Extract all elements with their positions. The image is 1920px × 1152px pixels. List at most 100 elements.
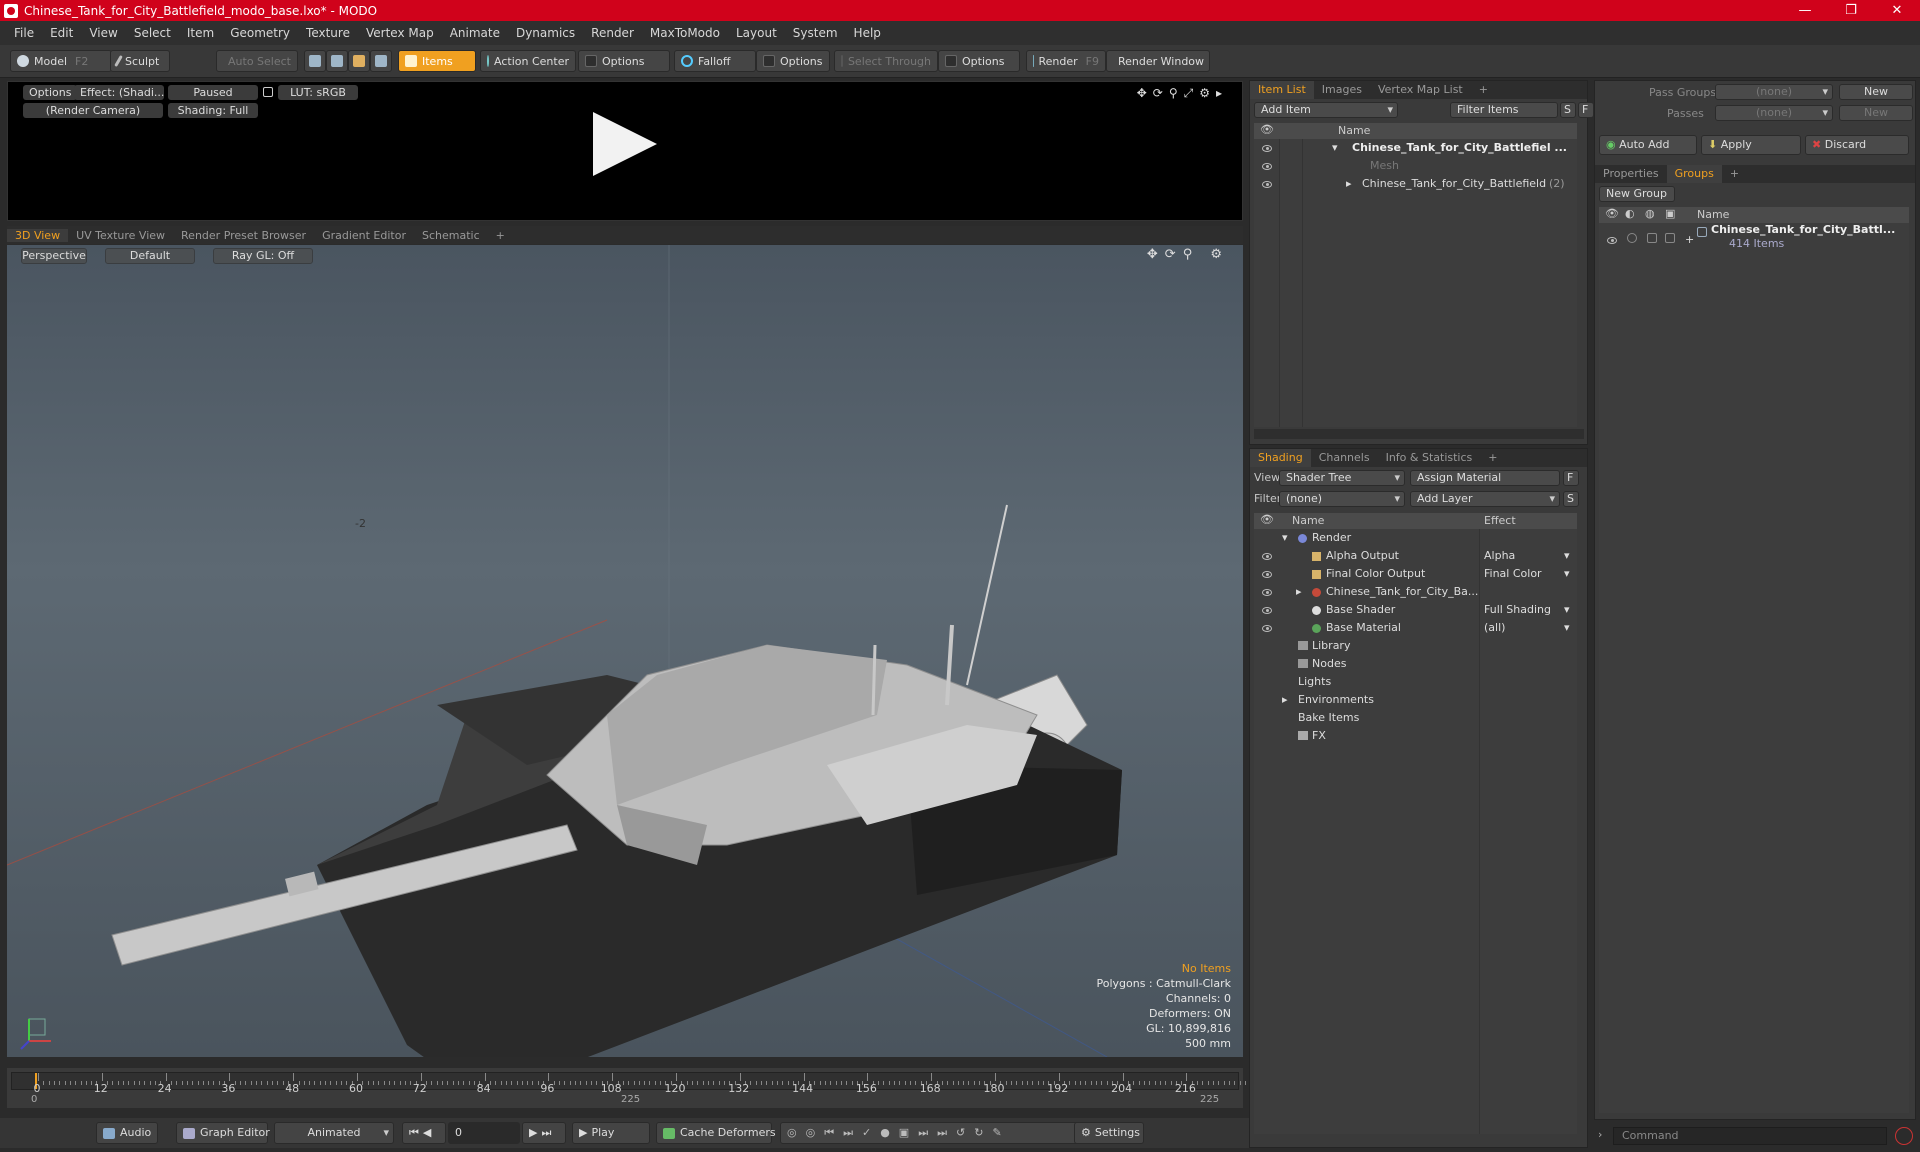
effect-value[interactable]: (all): [1484, 619, 1505, 637]
render-preview[interactable]: Options Effect: (Shadi... Paused LUT: sR…: [7, 81, 1243, 221]
chevron-down-icon[interactable]: ▾: [1564, 547, 1570, 565]
effect-value[interactable]: Alpha: [1484, 547, 1515, 565]
render-button[interactable]: Render F9: [1026, 50, 1106, 72]
animated-dropdown[interactable]: Animated: [274, 1122, 394, 1144]
shading-dropdown[interactable]: Shading: Full: [168, 103, 258, 118]
shader-row-final-color-output[interactable]: Final Color Output Final Color ▾: [1254, 565, 1577, 583]
tab-info-statistics[interactable]: Info & Statistics: [1378, 449, 1481, 467]
tab-groups[interactable]: Groups: [1666, 165, 1722, 183]
menu-view[interactable]: View: [81, 26, 125, 40]
lock-toggle-icon[interactable]: [1647, 233, 1657, 243]
shader-row-render[interactable]: ▾ Render: [1254, 529, 1577, 547]
select-through-button[interactable]: Select Through: [834, 50, 938, 72]
menu-geometry[interactable]: Geometry: [222, 26, 298, 40]
select-toggle-icon[interactable]: [1665, 233, 1675, 243]
menu-maxtomodo[interactable]: MaxToModo: [642, 26, 728, 40]
tab-item-list[interactable]: Item List: [1250, 81, 1314, 99]
shader-row-alpha-output[interactable]: Alpha Output Alpha ▾: [1254, 547, 1577, 565]
chevron-down-icon[interactable]: ▾: [1564, 565, 1570, 583]
falloff-button[interactable]: Falloff: [674, 50, 756, 72]
lock-icon[interactable]: [263, 87, 273, 97]
3d-viewport[interactable]: Perspective Default Ray GL: Off -2 ✥⟳⚲ ⚙…: [7, 245, 1243, 1057]
items-mode-button[interactable]: Items: [398, 50, 476, 72]
shader-row-fx[interactable]: FX: [1254, 727, 1577, 745]
shading-s-button[interactable]: S: [1563, 491, 1579, 507]
tab-uv-texture-view[interactable]: UV Texture View: [68, 229, 173, 242]
paused-button[interactable]: Paused: [168, 85, 258, 100]
group-row[interactable]: + Chinese_Tank_for_City_Battl... 414 Ite…: [1599, 223, 1909, 257]
key-controls[interactable]: ◎◎⏮⏭✓●▣⏭⏭↺↻✎: [780, 1122, 1080, 1144]
action-center-button[interactable]: Action Center: [480, 50, 576, 72]
tab-schematic[interactable]: Schematic: [414, 229, 488, 242]
command-history-icon[interactable]: [1895, 1127, 1913, 1145]
visibility-eye-icon[interactable]: [1262, 607, 1272, 614]
tab-properties[interactable]: Properties: [1595, 165, 1667, 183]
lut-dropdown[interactable]: LUT: sRGB: [278, 85, 358, 100]
expand-arrow-icon[interactable]: ▾: [1332, 139, 1338, 157]
tree-row-mesh[interactable]: Mesh: [1254, 157, 1577, 175]
apply-button[interactable]: ⬇ Apply: [1701, 135, 1801, 155]
render-window-button[interactable]: Render Window: [1106, 50, 1210, 72]
timeline[interactable]: 0 12 24 36 48 60 72 84 96 108 120 132 144 156 168 180 19…: [7, 1068, 1246, 1108]
vertices-mode-button[interactable]: [304, 50, 326, 72]
tab-gradient-editor[interactable]: Gradient Editor: [314, 229, 414, 242]
shader-row-base-material[interactable]: Base Material (all) ▾: [1254, 619, 1577, 637]
effect-value[interactable]: Final Color: [1484, 565, 1542, 583]
menu-file[interactable]: File: [6, 26, 42, 40]
action-center-options-button[interactable]: Options: [578, 50, 670, 72]
go-to-start-button[interactable]: ⏮◀: [402, 1122, 446, 1144]
menu-edit[interactable]: Edit: [42, 26, 81, 40]
menu-layout[interactable]: Layout: [728, 26, 785, 40]
visibility-eye-icon[interactable]: [1262, 589, 1272, 596]
tree-row-group[interactable]: ▸ Chinese_Tank_for_City_Battlefield (2): [1254, 175, 1577, 193]
play-button[interactable]: ▶ Play: [572, 1122, 650, 1144]
tab-shading[interactable]: Shading: [1250, 449, 1311, 467]
shader-tree[interactable]: ▾ Render Alpha Output Alpha ▾ Final Colo…: [1254, 529, 1577, 1134]
add-tab-button[interactable]: +: [1471, 81, 1496, 99]
view-dropdown[interactable]: Shader Tree: [1279, 470, 1405, 486]
menu-select[interactable]: Select: [126, 26, 179, 40]
visibility-eye-icon[interactable]: [1262, 145, 1272, 152]
expand-arrow-icon[interactable]: ▸: [1346, 175, 1352, 193]
settings-button[interactable]: ⚙ Settings: [1074, 1122, 1144, 1144]
tab-images[interactable]: Images: [1314, 81, 1370, 99]
shader-row-lights[interactable]: Lights: [1254, 673, 1577, 691]
new-pass-button[interactable]: New: [1839, 105, 1913, 121]
groups-list[interactable]: + Chinese_Tank_for_City_Battl... 414 Ite…: [1599, 223, 1909, 1113]
preview-view-controls[interactable]: ✥⟳⚲⤢⚙▸: [1137, 86, 1228, 101]
polygons-mode-button[interactable]: [348, 50, 370, 72]
step-forward-button[interactable]: ▶⏭: [522, 1122, 566, 1144]
shader-row-base-shader[interactable]: Base Shader Full Shading ▾: [1254, 601, 1577, 619]
visibility-eye-icon[interactable]: [1262, 181, 1272, 188]
scene-canvas[interactable]: [7, 245, 1243, 1057]
visibility-eye-icon[interactable]: [1607, 237, 1617, 244]
expand-arrow-icon[interactable]: ▸: [1296, 583, 1302, 601]
visibility-eye-icon[interactable]: [1262, 163, 1272, 170]
expand-arrow-icon[interactable]: ▾: [1282, 529, 1288, 547]
shader-row-environments[interactable]: ▸ Environments: [1254, 691, 1577, 709]
edges-mode-button[interactable]: [326, 50, 348, 72]
viewport-nav-controls[interactable]: ✥⟳⚲ ⚙: [1147, 247, 1229, 262]
shader-row-library[interactable]: Library: [1254, 637, 1577, 655]
filter-dropdown[interactable]: (none): [1279, 491, 1405, 507]
expand-arrow-icon[interactable]: ▸: [1282, 691, 1288, 709]
effect-dropdown[interactable]: Effect: (Shadi...: [74, 85, 164, 100]
tab-render-preset-browser[interactable]: Render Preset Browser: [173, 229, 314, 242]
new-group-button[interactable]: New Group: [1599, 186, 1675, 202]
effect-value[interactable]: Full Shading: [1484, 601, 1551, 619]
render-camera-dropdown[interactable]: (Render Camera): [23, 103, 163, 118]
render-toggle-icon[interactable]: [1627, 233, 1637, 243]
add-tab-button[interactable]: +: [1480, 449, 1505, 467]
visibility-eye-icon[interactable]: [1262, 625, 1272, 632]
shading-f-button[interactable]: F: [1563, 470, 1579, 486]
filter-f-button[interactable]: F: [1578, 102, 1594, 118]
preview-options-button[interactable]: Options: [23, 85, 78, 100]
perspective-dropdown[interactable]: Perspective: [21, 248, 87, 264]
menu-animate[interactable]: Animate: [442, 26, 508, 40]
pass-groups-dropdown[interactable]: (none): [1715, 84, 1833, 100]
play-icon[interactable]: [593, 112, 657, 176]
add-layer-dropdown[interactable]: Add Layer: [1410, 491, 1560, 507]
shader-row-material-group[interactable]: ▸ Chinese_Tank_for_City_Ba...: [1254, 583, 1577, 601]
menu-help[interactable]: Help: [846, 26, 889, 40]
frame-input[interactable]: 0: [448, 1122, 520, 1144]
